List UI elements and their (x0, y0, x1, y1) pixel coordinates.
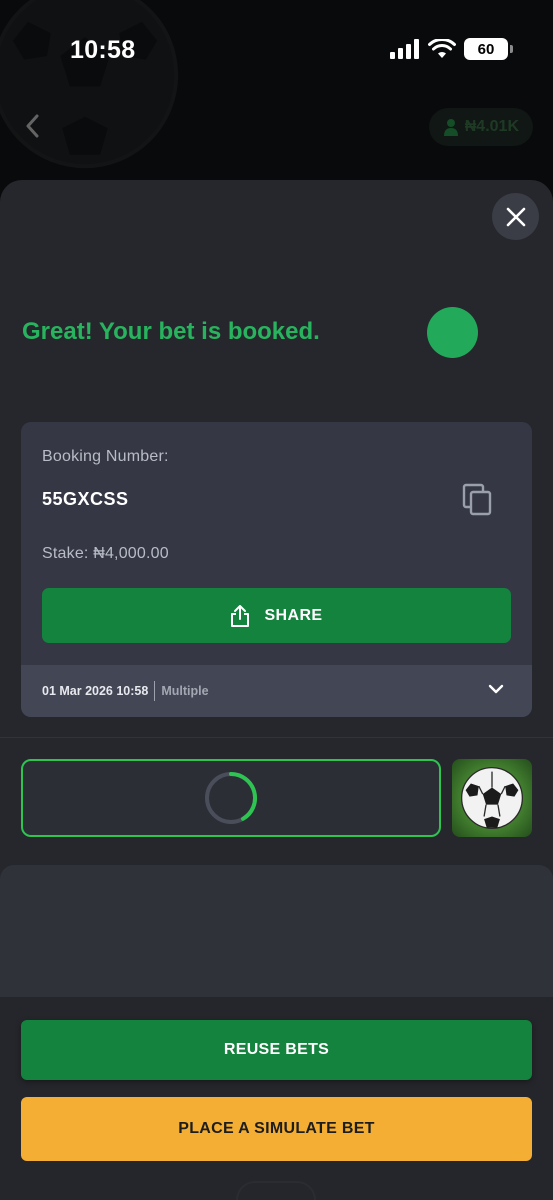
status-bar: 10:58 60 (0, 0, 553, 100)
share-label: SHARE (264, 606, 323, 624)
booking-card: Booking Number: 55GXCSS Stake: ₦4,000.00… (21, 422, 532, 717)
booking-code: 55GXCSS (42, 489, 129, 509)
booking-date: 01 Mar 2026 10:58 (42, 684, 149, 698)
balance-pill[interactable]: ₦4.01K (428, 108, 533, 146)
close-icon (506, 207, 525, 226)
signal-icon (390, 39, 419, 59)
status-icons: 60 (390, 38, 513, 60)
balance-amount: ₦4.01K (464, 118, 519, 135)
loading-box (21, 759, 441, 837)
chevron-left-icon[interactable] (22, 112, 44, 140)
status-time: 10:58 (70, 36, 136, 64)
soccer-ball-icon (460, 766, 524, 830)
battery-icon: 60 (464, 38, 513, 60)
wifi-icon (428, 39, 456, 58)
share-button[interactable]: SHARE (42, 588, 511, 643)
booking-number-label: Booking Number: (42, 448, 169, 465)
copy-icon[interactable] (462, 483, 494, 517)
booking-sheet: Great! Your bet is booked. Booking Numbe… (0, 180, 553, 1200)
action-bar: REUSE BETS PLACE A SIMULATE BET (0, 997, 553, 1200)
share-icon (231, 604, 250, 627)
soccer-ball-thumbnail (452, 759, 532, 837)
close-button[interactable] (492, 193, 539, 240)
person-icon (443, 119, 458, 136)
reuse-bets-button[interactable]: REUSE BETS (21, 1020, 532, 1080)
section-divider (0, 737, 553, 738)
home-indicator (236, 1181, 316, 1200)
bet-type: Multiple (161, 684, 209, 698)
success-indicator-icon (427, 307, 478, 358)
battery-level: 60 (477, 40, 495, 58)
stake-amount: Stake: ₦4,000.00 (42, 545, 169, 562)
booking-footer[interactable]: 01 Mar 2026 10:58 Multiple (21, 665, 532, 717)
simulate-bet-button[interactable]: PLACE A SIMULATE BET (21, 1097, 532, 1161)
loading-spinner-icon (205, 772, 257, 824)
success-message: Great! Your bet is booked. (22, 318, 320, 345)
lower-panel (0, 865, 553, 1000)
chevron-down-icon[interactable] (488, 683, 504, 695)
footer-divider (154, 681, 156, 701)
